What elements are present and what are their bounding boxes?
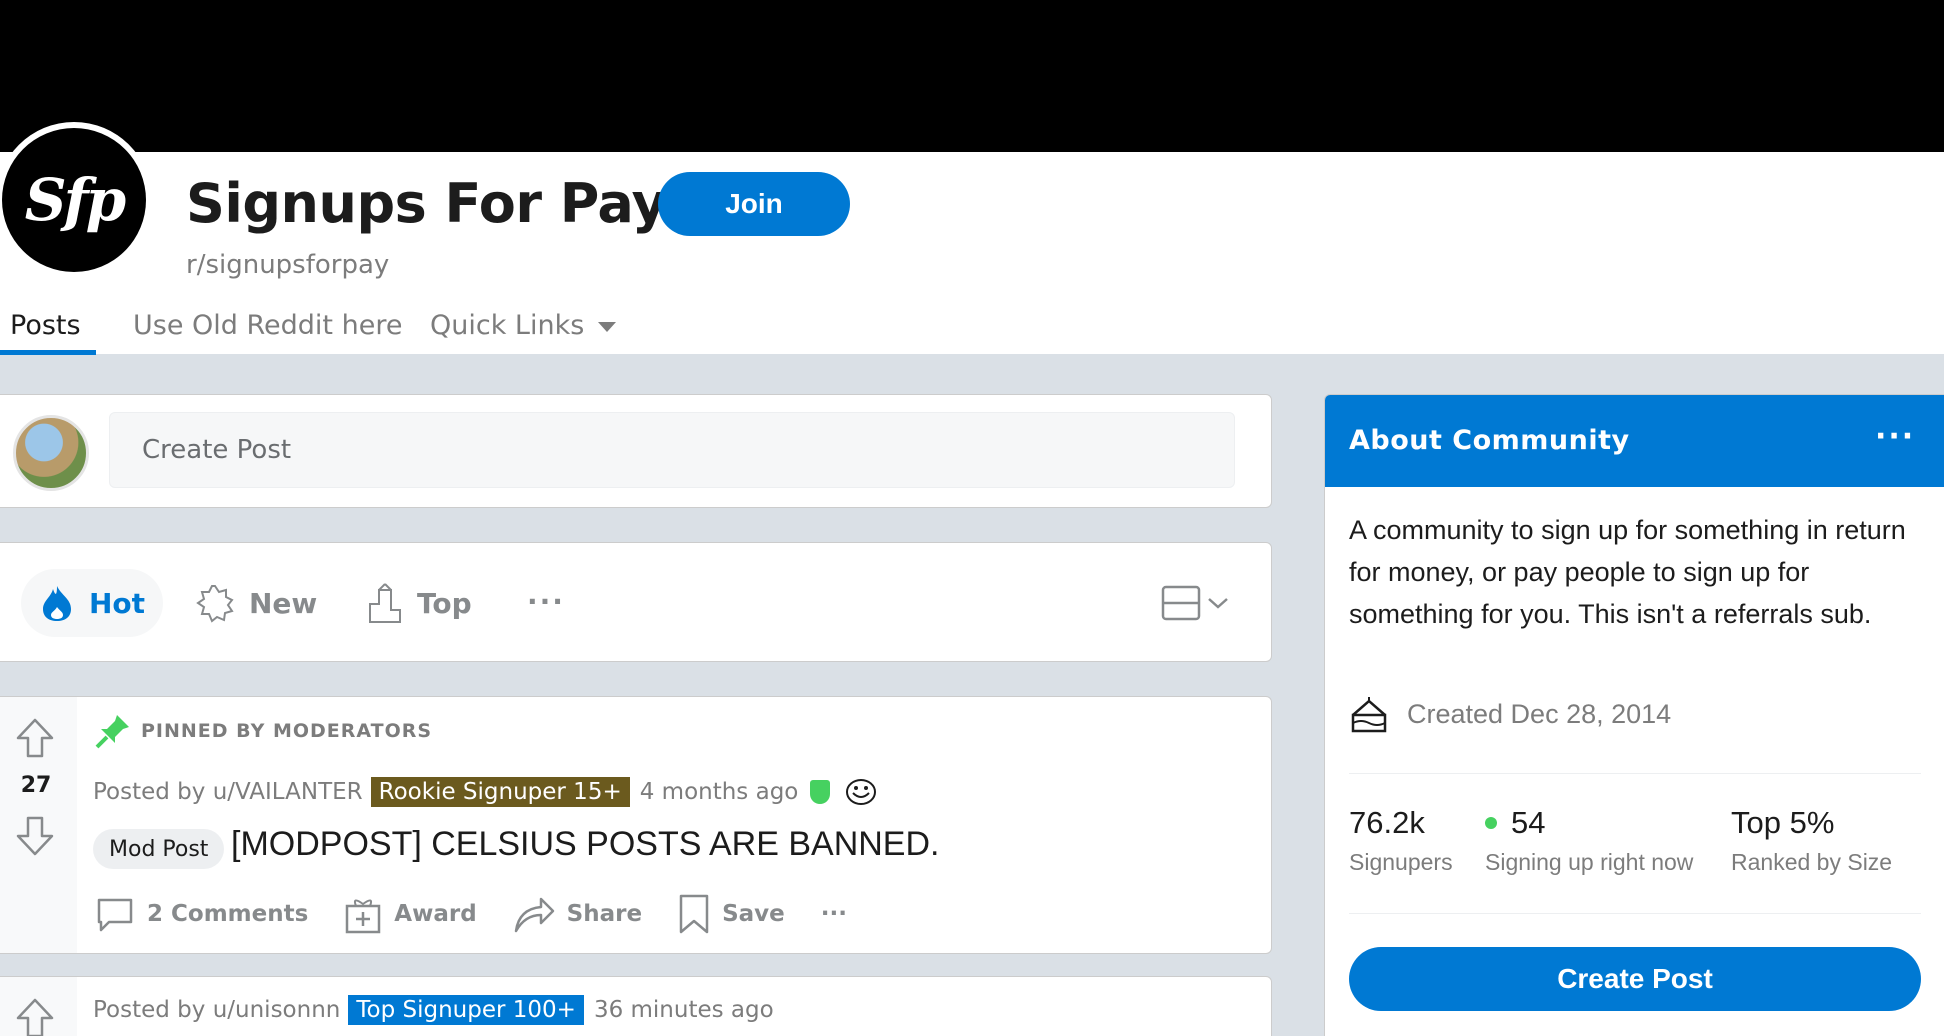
about-header: About Community ···: [1325, 395, 1944, 487]
post-actions: 2 Comments Award Share Save ···: [95, 893, 883, 935]
share-label: Share: [566, 901, 643, 927]
sidebar-create-post-button[interactable]: Create Post: [1349, 947, 1921, 1011]
post-card[interactable]: Posted by u/unisonnn Top Signuper 100+ 3…: [0, 976, 1272, 1036]
stat-rank: Top 5% Ranked by Size: [1731, 805, 1892, 876]
award-button[interactable]: Award: [344, 894, 477, 934]
online-count: 54: [1511, 805, 1546, 840]
mod-shield-icon: [810, 780, 831, 804]
post-more-button[interactable]: ···: [821, 901, 847, 927]
comments-button[interactable]: 2 Comments: [95, 894, 308, 934]
tab-posts[interactable]: Posts: [10, 310, 81, 341]
created-label: Created Dec 28, 2014: [1407, 698, 1672, 729]
sort-top-label: Top: [417, 586, 472, 620]
share-icon: [514, 897, 554, 933]
rank-value: Top 5%: [1731, 805, 1835, 840]
community-name: r/signupsforpay: [186, 250, 390, 280]
about-community-card: About Community ··· A community to sign …: [1324, 394, 1944, 1036]
user-flair: Top Signuper 100+: [348, 995, 584, 1025]
vote-column: [0, 977, 77, 1036]
chevron-down-icon: [598, 321, 617, 332]
upvote-icon[interactable]: [15, 997, 55, 1036]
community-title: Signups For Pay: [186, 172, 667, 235]
downvote-icon[interactable]: [15, 815, 55, 857]
post-time[interactable]: 36 minutes ago: [594, 997, 774, 1023]
view-toggle-button[interactable]: [1161, 583, 1231, 623]
pinned-indicator: PINNED BY MODERATORS: [93, 711, 432, 751]
stat-members: 76.2k Signupers: [1349, 805, 1453, 876]
award-label: Award: [394, 901, 477, 927]
about-more-button[interactable]: ···: [1875, 419, 1915, 454]
save-label: Save: [722, 901, 785, 927]
tab-old-reddit[interactable]: Use Old Reddit here: [133, 310, 402, 341]
pinned-label: PINNED BY MODERATORS: [141, 720, 433, 742]
join-button[interactable]: Join: [658, 172, 850, 236]
chevron-down-icon: [1208, 598, 1228, 609]
sort-bar: Hot New Top ···: [0, 542, 1272, 662]
card-view-icon: [1161, 585, 1201, 621]
sort-new-label: New: [249, 586, 318, 620]
post-time[interactable]: 4 months ago: [640, 779, 799, 805]
gift-icon: [346, 899, 381, 934]
community-tabs: Posts Use Old Reddit here Quick Links: [0, 306, 900, 355]
create-post-input[interactable]: Create Post: [109, 412, 1235, 488]
sort-top[interactable]: Top: [367, 569, 472, 637]
share-button[interactable]: Share: [513, 895, 642, 933]
stat-online: 54 Signing up right now: [1485, 805, 1693, 876]
community-logo: Sfp: [2, 128, 146, 272]
create-post-card: Create Post: [0, 394, 1272, 508]
cake-icon: [1351, 697, 1387, 733]
user-avatar[interactable]: [13, 415, 89, 491]
online-dot-icon: [1485, 817, 1497, 829]
award-emoji-icon: [846, 779, 877, 805]
burst-icon: [196, 585, 234, 623]
pin-icon: [95, 715, 129, 749]
community-avatar: Sfp: [0, 122, 152, 278]
vote-column: 27: [0, 697, 77, 953]
post-card-pinned[interactable]: 27 PINNED BY MODERATORS Posted by u/VAIL…: [0, 696, 1272, 954]
vote-count: 27: [20, 773, 52, 798]
upvote-icon[interactable]: [15, 717, 55, 759]
comment-icon: [97, 898, 133, 932]
sort-new[interactable]: New: [195, 569, 317, 637]
tab-quick-links[interactable]: Quick Links: [430, 310, 617, 341]
sort-hot-label: Hot: [89, 586, 146, 620]
rank-label: Ranked by Size: [1731, 849, 1893, 875]
post-flair-tag[interactable]: Mod Post: [93, 829, 225, 869]
created-date: Created Dec 28, 2014: [1349, 695, 1671, 733]
flame-icon: [43, 586, 71, 621]
post-author[interactable]: Posted by u/VAILANTER: [93, 779, 363, 805]
tab-quick-links-label: Quick Links: [430, 310, 585, 341]
post-meta: Posted by u/VAILANTER Rookie Signuper 15…: [93, 777, 878, 807]
post-title[interactable]: [MODPOST] CELSIUS POSTS ARE BANNED.: [231, 825, 940, 864]
members-label: Signupers: [1349, 849, 1453, 875]
save-button[interactable]: Save: [678, 893, 785, 935]
about-title: About Community: [1349, 425, 1630, 456]
community-banner: [0, 0, 1944, 152]
active-tab-indicator: [0, 350, 96, 355]
bookmark-icon: [679, 894, 709, 934]
post-author[interactable]: Posted by u/unisonnn: [93, 997, 340, 1023]
sort-hot[interactable]: Hot: [21, 569, 164, 637]
post-meta: Posted by u/unisonnn Top Signuper 100+ 3…: [93, 995, 774, 1025]
podium-icon: [369, 583, 401, 623]
members-count: 76.2k: [1349, 805, 1425, 840]
user-flair: Rookie Signuper 15+: [370, 777, 630, 807]
divider: [1349, 773, 1921, 774]
online-label: Signing up right now: [1485, 849, 1694, 875]
community-description: A community to sign up for something in …: [1349, 515, 1906, 629]
divider: [1349, 913, 1921, 914]
comments-label: 2 Comments: [147, 901, 309, 927]
sort-more-button[interactable]: ···: [527, 585, 565, 618]
